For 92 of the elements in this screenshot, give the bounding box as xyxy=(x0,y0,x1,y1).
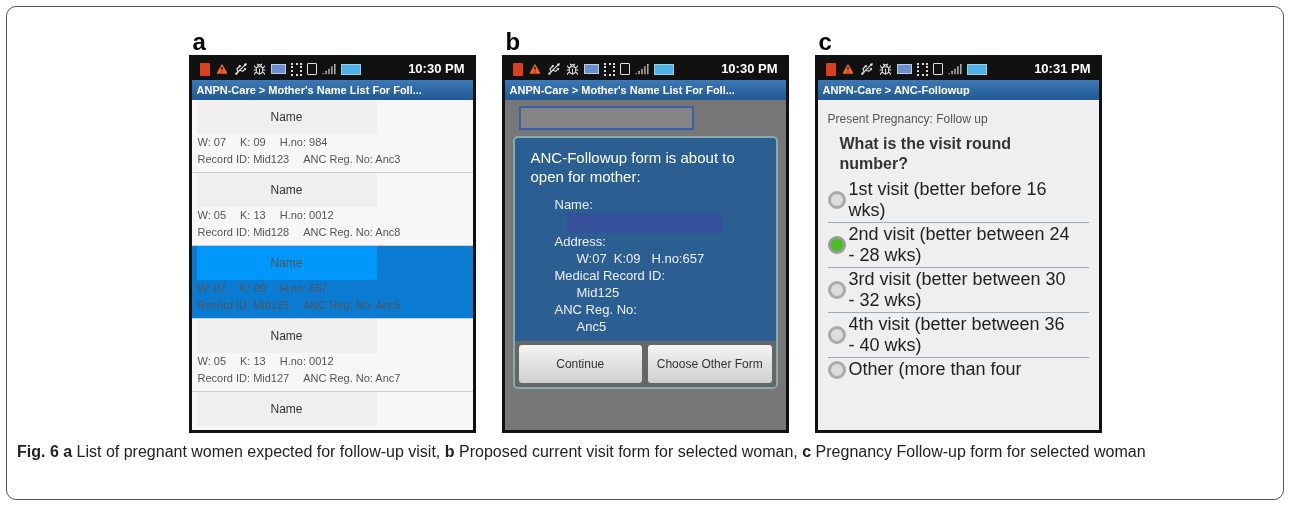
film-icon xyxy=(603,62,615,76)
question-text: What is the visit round number? xyxy=(838,134,1013,174)
battery-icon xyxy=(653,63,674,75)
usb-icon xyxy=(546,62,561,76)
record-text: Record ID: Mid125 xyxy=(197,298,290,313)
record-text: ANC Reg. No: Anc7 xyxy=(303,371,401,386)
sd-card-icon xyxy=(199,62,210,76)
field-value: W:07 K:09 H.no:657 xyxy=(575,250,706,267)
dialog-button[interactable]: Choose Other Form xyxy=(648,345,772,383)
record-text: Record ID: Mid128 xyxy=(197,225,290,240)
panel-letter: a xyxy=(191,29,207,55)
app-title-bar: ANPN-Care > Mother's Name List For Foll... xyxy=(504,80,786,100)
sim-icon xyxy=(932,63,943,75)
name-label: Name xyxy=(196,246,377,280)
field-label: ANC Reg. No: xyxy=(554,301,638,318)
field-label: Medical Record ID: xyxy=(554,267,667,284)
clock-time: 10:31 PM xyxy=(1034,60,1091,79)
panel-letter: b xyxy=(504,29,522,55)
film-icon xyxy=(290,62,302,76)
signal-icon xyxy=(321,62,336,76)
option-label: 4th visit (better between 36 - 40 wks) xyxy=(848,314,1066,356)
radio-button[interactable] xyxy=(827,191,846,209)
radio-button[interactable] xyxy=(827,360,846,379)
address-text: W: 05 xyxy=(197,208,227,223)
sim-icon xyxy=(306,63,317,75)
option-label: 2nd visit (better between 24 - 28 wks) xyxy=(848,224,1071,266)
radio-button[interactable] xyxy=(827,281,846,299)
battery-icon xyxy=(340,63,361,75)
name-label: Name xyxy=(196,173,377,207)
radio-button[interactable] xyxy=(827,236,846,254)
field-label: Address: xyxy=(554,233,607,250)
panel-letter: c xyxy=(817,29,833,55)
sd-card-icon xyxy=(825,62,836,76)
field-label: Name: xyxy=(554,196,594,213)
app-title-bar: ANPN-Care > ANC-Followup xyxy=(817,80,1099,100)
memory-icon xyxy=(583,64,599,74)
address-text: W: 05 xyxy=(197,354,227,369)
bug-icon xyxy=(565,62,579,76)
record-text: ANC Reg. No: Anc8 xyxy=(303,225,401,240)
address-text: K: 13 xyxy=(240,208,266,223)
mother-list-item[interactable]: Name W: 05 K: 13 H.no: 0012 Record ID: Mid128 ANC Reg. No: Anc8 xyxy=(191,173,473,246)
option-label: 1st visit (better before 16 wks) xyxy=(848,179,1048,221)
radio-button[interactable] xyxy=(827,326,846,344)
app-title-bar: ANPN-Care > Mother's Name List For Foll... xyxy=(191,80,473,100)
address-text: K: 09 xyxy=(240,281,266,296)
memory-icon xyxy=(270,64,286,74)
address-text: H.no: 657 xyxy=(279,281,328,296)
clock-time: 10:30 PM xyxy=(408,60,465,79)
sd-card-icon xyxy=(512,62,523,76)
warning-icon xyxy=(840,62,855,76)
dialog-button[interactable]: Continue xyxy=(518,345,642,383)
signal-icon xyxy=(634,62,649,76)
address-text: H.no: 0012 xyxy=(279,354,334,369)
name-label: Name xyxy=(196,100,377,134)
option-label: 3rd visit (better between 30 - 32 wks) xyxy=(848,269,1067,311)
warning-icon xyxy=(527,62,542,76)
radio-option[interactable]: 4th visit (better between 36 - 40 wks) xyxy=(827,313,1089,358)
film-icon xyxy=(916,62,928,76)
usb-icon xyxy=(233,62,248,76)
bug-icon xyxy=(252,62,266,76)
name-label: Name xyxy=(196,319,377,353)
signal-icon xyxy=(947,62,962,76)
field-value: Mid125 xyxy=(575,284,621,301)
radio-option[interactable]: 3rd visit (better between 30 - 32 wks) xyxy=(827,268,1089,313)
clock-time: 10:30 PM xyxy=(721,60,778,79)
mother-list-item[interactable]: Name W: 05 K: 13 H.no: 0012 Record ID: Mid127 ANC Reg. No: Anc7 xyxy=(191,319,473,392)
radio-option[interactable]: Other (more than four xyxy=(827,358,1089,381)
memory-icon xyxy=(896,64,912,74)
radio-option[interactable]: 2nd visit (better between 24 - 28 wks) xyxy=(827,223,1089,268)
address-text: W: 07 xyxy=(197,135,227,150)
mother-list-item[interactable]: Name W: 07 K: 09 H.no: 984 Record ID: Mid123 ANC Reg. No: Anc3 xyxy=(191,100,473,173)
bug-icon xyxy=(878,62,892,76)
address-text: W: 07 xyxy=(197,281,227,296)
warning-icon xyxy=(214,62,229,76)
option-label: Other (more than four xyxy=(848,359,1022,380)
radio-option[interactable]: 1st visit (better before 16 wks) xyxy=(827,178,1089,223)
figure-caption: Fig. 6 a List of pregnant women expected for follow-up visit, b Proposed current visit form for selected woman, c Pregnancy Follow-up form for selected woman xyxy=(16,442,1147,462)
record-text: Record ID: Mid123 xyxy=(197,152,290,167)
record-text: ANC Reg. No: Anc5 xyxy=(303,298,401,313)
address-text: K: 09 xyxy=(240,135,266,150)
address-text: H.no: 0012 xyxy=(279,208,334,223)
field-value: Anc5 xyxy=(575,318,608,335)
sim-icon xyxy=(619,63,630,75)
record-text: Record ID: Mid127 xyxy=(197,371,290,386)
address-text: H.no: 984 xyxy=(279,135,328,150)
address-text: K: 13 xyxy=(240,354,266,369)
name-label: Name xyxy=(196,392,377,426)
record-text: ANC Reg. No: Anc3 xyxy=(303,152,401,167)
dialog-heading: ANC-Followup form is about to open for mother: xyxy=(529,148,736,187)
battery-icon xyxy=(966,63,987,75)
section-title: Present Pregnancy: Follow up xyxy=(827,111,989,128)
usb-icon xyxy=(859,62,874,76)
